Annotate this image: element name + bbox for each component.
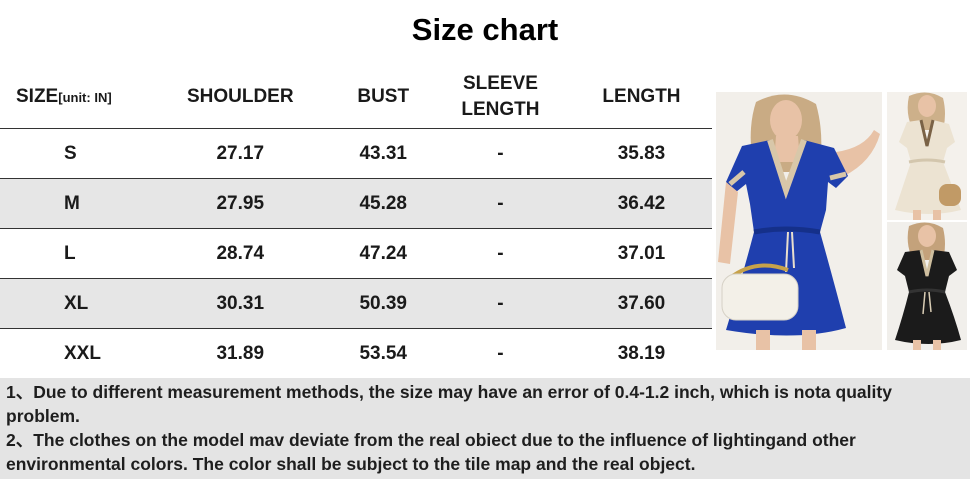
table-header-row: SIZE[unit: IN] SHOULDER BUST SLEEVE LENGT… — [0, 66, 712, 129]
header-size: SIZE[unit: IN] — [0, 66, 144, 129]
sleeve-cell: - — [429, 228, 571, 279]
header-bust: BUST — [336, 66, 430, 129]
bust-cell: 53.54 — [336, 328, 430, 379]
table-row: L 28.74 47.24 - 37.01 — [0, 228, 712, 279]
product-photo-black-dress — [887, 222, 967, 350]
table-row: XL 30.31 50.39 - 37.60 — [0, 278, 712, 329]
table-row: S 27.17 43.31 - 35.83 — [0, 128, 712, 179]
shoulder-cell: 28.74 — [144, 228, 337, 279]
shoulder-cell: 30.31 — [144, 278, 337, 329]
size-table: SIZE[unit: IN] SHOULDER BUST SLEEVE LENGT… — [0, 66, 712, 379]
notes-panel: 1、Due to different measurement methods, … — [0, 378, 970, 479]
product-photo-cream-dress — [887, 92, 967, 220]
note-1: 1、Due to different measurement methods, … — [6, 382, 892, 426]
page-title: Size chart — [411, 12, 559, 47]
length-cell: 35.83 — [570, 128, 712, 179]
header-sleeve-length: SLEEVE LENGTH — [429, 66, 571, 129]
product-photo-blue-dress — [716, 92, 882, 350]
length-cell: 36.42 — [570, 178, 712, 229]
bust-cell: 50.39 — [336, 278, 430, 329]
length-cell: 37.60 — [570, 278, 712, 329]
header-sleeve-line2: LENGTH — [461, 99, 540, 120]
bust-cell: 47.24 — [336, 228, 430, 279]
header-shoulder: SHOULDER — [144, 66, 337, 129]
shoulder-cell: 27.95 — [144, 178, 337, 229]
table-row: M 27.95 45.28 - 36.42 — [0, 178, 712, 229]
header-sleeve-line1: SLEEVE — [462, 73, 538, 94]
bust-cell: 43.31 — [336, 128, 430, 179]
size-cell: XXL — [0, 328, 144, 379]
sleeve-cell: - — [429, 178, 571, 229]
header-size-label: SIZE — [16, 85, 59, 107]
shoulder-cell: 31.89 — [144, 328, 337, 379]
size-cell: S — [0, 128, 144, 179]
header-unit: [unit: IN] — [58, 89, 112, 105]
length-cell: 38.19 — [570, 328, 712, 379]
sleeve-cell: - — [429, 328, 571, 379]
size-cell: M — [0, 178, 144, 229]
length-cell: 37.01 — [570, 228, 712, 279]
note-2: 2、The clothes on the model mav deviate f… — [6, 430, 856, 474]
sleeve-cell: - — [429, 128, 571, 179]
header-length: LENGTH — [570, 66, 712, 129]
bust-cell: 45.28 — [336, 178, 430, 229]
size-cell: XL — [0, 278, 144, 329]
size-cell: L — [0, 228, 144, 279]
shoulder-cell: 27.17 — [144, 128, 337, 179]
table-row: XXL 31.89 53.54 - 38.19 — [0, 328, 712, 379]
sleeve-cell: - — [429, 278, 571, 329]
